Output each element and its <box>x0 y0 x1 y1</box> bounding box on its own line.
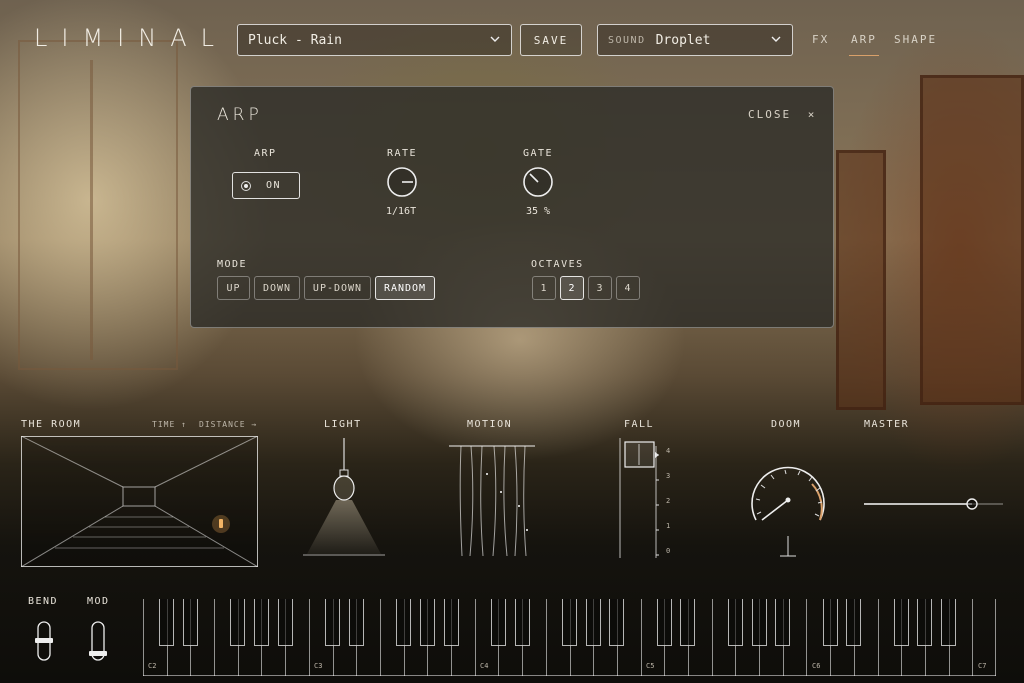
sound-value: Droplet <box>655 32 711 48</box>
black-key[interactable] <box>609 599 625 646</box>
arp-toggle[interactable]: ON <box>232 172 300 199</box>
radio-icon <box>241 180 251 191</box>
black-key[interactable] <box>419 599 435 646</box>
mode-up[interactable]: UP <box>217 276 250 300</box>
room-label: THE ROOM <box>21 419 82 430</box>
piano-keyboard[interactable] <box>143 599 996 676</box>
octave-label: C2 <box>148 662 157 670</box>
mode-up-down[interactable]: UP-DOWN <box>304 276 371 300</box>
octave-4[interactable]: 4 <box>616 276 640 300</box>
fall-tick-label: 0 <box>666 547 672 555</box>
doom-label: DOOM <box>771 419 802 430</box>
black-key[interactable] <box>348 599 364 646</box>
octave-label: C7 <box>978 662 987 670</box>
master-slider[interactable] <box>864 495 1004 513</box>
black-key[interactable] <box>656 599 672 646</box>
app-logo: LIMINAL <box>34 24 228 52</box>
black-key[interactable] <box>253 599 269 646</box>
octave-label: C6 <box>812 662 821 670</box>
room-time-label: TIME ↑ <box>152 420 187 429</box>
mode-label: MODE <box>217 259 248 270</box>
mode-down[interactable]: DOWN <box>254 276 300 300</box>
octave-1[interactable]: 1 <box>532 276 556 300</box>
black-key[interactable] <box>941 599 957 646</box>
sound-select[interactable]: SOUND Droplet <box>597 24 793 56</box>
nav-shape[interactable]: SHAPE <box>894 33 937 46</box>
octave-label: C5 <box>646 662 655 670</box>
doom-gauge[interactable] <box>748 460 828 560</box>
black-key[interactable] <box>562 599 577 646</box>
fall-slider[interactable] <box>618 438 662 560</box>
mod-wheel[interactable] <box>88 621 108 661</box>
light-label: LIGHT <box>324 419 362 430</box>
gate-knob[interactable] <box>522 166 554 198</box>
black-key[interactable] <box>751 599 767 646</box>
nav-fx[interactable]: FX <box>812 33 829 46</box>
gate-label: GATE <box>523 148 554 159</box>
chevron-down-icon <box>771 36 781 42</box>
master-label: MASTER <box>864 419 910 430</box>
black-key[interactable] <box>159 599 175 646</box>
black-key[interactable] <box>182 599 198 646</box>
close-icon: × <box>807 108 817 121</box>
save-button[interactable]: SAVE <box>520 24 582 56</box>
fall-tick-label: 1 <box>666 522 672 530</box>
black-key[interactable] <box>680 599 696 646</box>
background-door <box>920 75 1024 405</box>
background-window <box>90 60 94 360</box>
sound-label: SOUND <box>608 34 646 46</box>
black-key[interactable] <box>514 599 530 646</box>
black-key[interactable] <box>917 599 933 646</box>
rate-label: RATE <box>387 148 418 159</box>
nav-arp[interactable]: ARP <box>849 33 879 56</box>
motion-control[interactable] <box>449 444 537 558</box>
arp-toggle-label: ON <box>266 180 282 191</box>
black-key[interactable] <box>727 599 743 646</box>
octave-label: C4 <box>480 662 489 670</box>
motion-label: MOTION <box>467 419 513 430</box>
black-key[interactable] <box>443 599 459 646</box>
rate-value: 1/16T <box>386 206 417 217</box>
fall-tick-label: 4 <box>666 447 672 455</box>
background-window <box>18 40 178 370</box>
fall-tick-label: 3 <box>666 472 672 480</box>
black-key[interactable] <box>585 599 601 646</box>
arp-label: ARP <box>254 148 277 159</box>
black-key[interactable] <box>325 599 341 646</box>
chevron-down-icon <box>490 36 500 42</box>
black-key[interactable] <box>230 599 246 646</box>
gate-value: 35 % <box>526 206 551 217</box>
keyboard-edge <box>995 599 996 676</box>
black-key[interactable] <box>490 599 506 646</box>
fall-tick-label: 2 <box>666 497 672 505</box>
room-xy-pad[interactable] <box>21 436 258 567</box>
black-key[interactable] <box>893 599 909 646</box>
preset-value: Pluck - Rain <box>248 32 342 48</box>
mod-label: MOD <box>87 596 110 607</box>
black-key[interactable] <box>775 599 791 646</box>
keyboard-baseline <box>143 675 996 676</box>
close-label: CLOSE <box>748 108 792 121</box>
close-button[interactable]: CLOSE × <box>748 108 816 121</box>
black-key[interactable] <box>277 599 293 646</box>
mode-random[interactable]: RANDOM <box>375 276 435 300</box>
arp-panel: ARP CLOSE × ARP ON RATE 1/16T GATE 35 % … <box>190 86 834 328</box>
black-key[interactable] <box>396 599 412 646</box>
preset-select[interactable]: Pluck - Rain <box>237 24 512 56</box>
octave-2[interactable]: 2 <box>560 276 584 300</box>
bend-wheel[interactable] <box>34 621 54 661</box>
light-control[interactable] <box>303 438 385 558</box>
fall-label: FALL <box>624 419 655 430</box>
panel-title: ARP <box>217 105 263 125</box>
rate-knob[interactable] <box>386 166 418 198</box>
octave-label: C3 <box>314 662 323 670</box>
octave-3[interactable]: 3 <box>588 276 612 300</box>
octaves-label: OCTAVES <box>531 259 584 270</box>
black-key[interactable] <box>846 599 862 646</box>
background-door <box>836 150 886 410</box>
room-distance-label: DISTANCE → <box>199 420 258 429</box>
black-key[interactable] <box>822 599 838 646</box>
bend-label: BEND <box>28 596 59 607</box>
